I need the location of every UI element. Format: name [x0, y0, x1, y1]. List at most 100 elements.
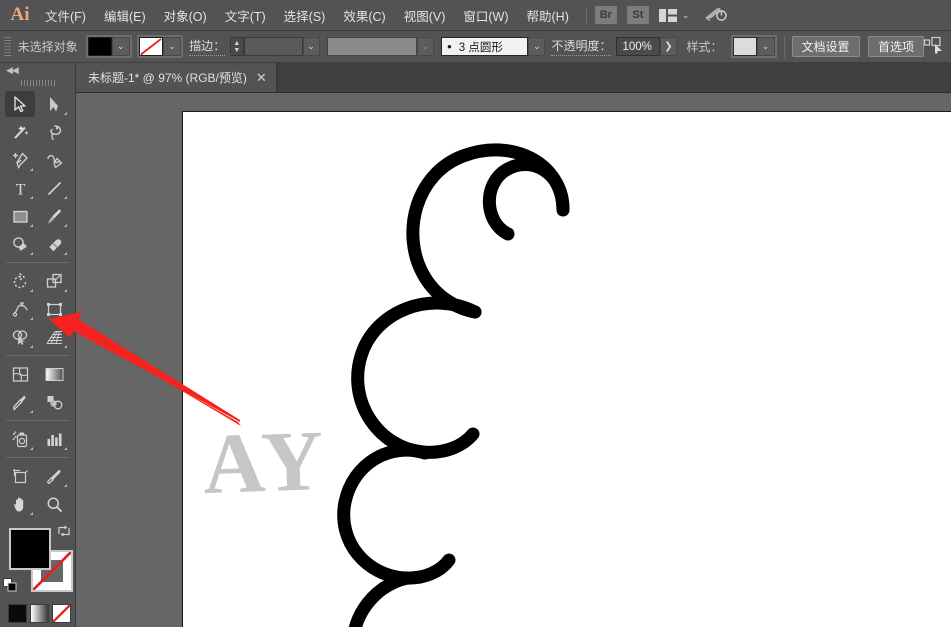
eyedropper-tool[interactable]: [5, 389, 35, 415]
color-mode-button[interactable]: [8, 604, 27, 623]
variable-width-profile[interactable]: [327, 37, 416, 56]
menu-type[interactable]: 文字(T): [216, 2, 275, 29]
direct-selection-tool[interactable]: [39, 91, 69, 117]
type-tool[interactable]: T: [5, 175, 35, 201]
opacity-expand-button[interactable]: ❯: [660, 37, 676, 56]
document-tab[interactable]: 未标题-1* @ 97% (RGB/预览) ✕: [76, 63, 277, 92]
hand-tool[interactable]: [5, 491, 35, 517]
style-dropdown[interactable]: ⌄: [757, 37, 775, 56]
selection-arrow-icon: [13, 96, 28, 113]
tools-panel-grip[interactable]: [21, 80, 55, 86]
scalloped-spiral-path[interactable]: [183, 112, 951, 627]
rectangle-tool[interactable]: [5, 203, 35, 229]
menu-select[interactable]: 选择(S): [275, 2, 335, 29]
menu-edit[interactable]: 编辑(E): [95, 2, 155, 29]
bar-chart-icon: [46, 431, 63, 448]
perspective-grid-tool[interactable]: [39, 324, 69, 350]
free-transform-tool[interactable]: [39, 296, 69, 322]
stock-button[interactable]: St: [627, 6, 649, 24]
document-setup-button[interactable]: 文档设置: [792, 36, 860, 57]
menu-effect[interactable]: 效果(C): [334, 2, 394, 29]
artboard[interactable]: AY: [182, 111, 951, 627]
slice-tool[interactable]: [39, 463, 69, 489]
magic-wand-tool[interactable]: [5, 119, 35, 145]
eraser-tool[interactable]: [39, 231, 69, 257]
stroke-swatch-group[interactable]: ⌄: [137, 35, 183, 58]
shaper-tool[interactable]: [5, 231, 35, 257]
stroke-weight-stepper[interactable]: ▲▼: [230, 37, 243, 56]
selection-status: 未选择对象: [18, 38, 78, 55]
menu-help[interactable]: 帮助(H): [518, 2, 578, 29]
align-arrange-button[interactable]: [924, 36, 946, 57]
mesh-tool[interactable]: [5, 361, 35, 387]
default-fill-stroke-icon[interactable]: [3, 578, 17, 592]
swap-fill-stroke-icon[interactable]: [57, 524, 71, 538]
selection-tool[interactable]: [5, 91, 35, 117]
gradient-mode-button[interactable]: [30, 604, 49, 623]
stroke-color-swatch[interactable]: [139, 37, 163, 56]
stroke-weight-dropdown[interactable]: ⌄: [303, 37, 320, 56]
stroke-weight-input[interactable]: [244, 37, 303, 56]
tool-flyout-indicator: [30, 317, 33, 320]
zoom-tool[interactable]: [39, 491, 69, 517]
paintbrush-icon: [46, 208, 63, 225]
collapse-icon[interactable]: ◀◀: [6, 65, 18, 76]
menu-view[interactable]: 视图(V): [395, 2, 455, 29]
graphic-style-swatch[interactable]: [733, 37, 757, 56]
fill-dropdown[interactable]: ⌄: [112, 37, 130, 56]
brush-dot-icon: •: [447, 40, 452, 53]
gradient-tool[interactable]: [39, 361, 69, 387]
tool-flyout-indicator: [30, 345, 33, 348]
menu-object[interactable]: 对象(O): [155, 2, 216, 29]
menu-file[interactable]: 文件(F): [36, 2, 95, 29]
rotate-tool[interactable]: [5, 268, 35, 294]
scale-tool[interactable]: [39, 268, 69, 294]
menu-window[interactable]: 窗口(W): [454, 2, 517, 29]
blend-tool[interactable]: [39, 389, 69, 415]
gradient-icon: [45, 367, 64, 382]
opacity-input[interactable]: 100%: [616, 37, 660, 56]
control-bar-grip[interactable]: [4, 37, 11, 57]
column-graph-tool[interactable]: [39, 426, 69, 452]
bridge-button[interactable]: Br: [595, 6, 617, 24]
menu-divider: [586, 7, 587, 24]
close-icon[interactable]: ✕: [256, 71, 267, 84]
shape-builder-tool[interactable]: [5, 324, 35, 350]
mesh-icon: [12, 366, 29, 383]
profile-dropdown[interactable]: ⌄: [417, 37, 434, 56]
symbol-sprayer-tool[interactable]: [5, 426, 35, 452]
tools-panel-header[interactable]: ◀◀: [0, 63, 75, 77]
fill-swatch[interactable]: [9, 528, 51, 570]
width-tool[interactable]: [5, 296, 35, 322]
brush-definition[interactable]: • 3 点圆形: [441, 37, 528, 56]
stepper-down-icon: ▼: [233, 47, 240, 54]
lasso-tool[interactable]: [39, 119, 69, 145]
paintbrush-tool[interactable]: [39, 203, 69, 229]
style-swatch-group[interactable]: ⌄: [731, 35, 777, 58]
tools-divider: [6, 420, 70, 421]
curvature-tool[interactable]: [39, 147, 69, 173]
svg-text:T: T: [15, 181, 25, 197]
pen-tool[interactable]: [5, 147, 35, 173]
pen-icon: [12, 152, 29, 169]
tool-flyout-indicator: [64, 484, 67, 487]
stroke-weight-label[interactable]: 描边：: [189, 37, 225, 56]
type-icon: T: [13, 180, 28, 197]
opacity-label[interactable]: 不透明度：: [551, 37, 611, 56]
none-mode-button[interactable]: [52, 604, 71, 623]
stroke-dropdown[interactable]: ⌄: [163, 37, 181, 56]
artboard-tool[interactable]: [5, 463, 35, 489]
canvas-area[interactable]: AY: [76, 93, 951, 627]
tool-flyout-indicator: [30, 196, 33, 199]
tool-flyout-indicator: [30, 252, 33, 255]
tool-flyout-indicator: [30, 512, 33, 515]
tool-flyout-indicator: [64, 289, 67, 292]
preferences-button[interactable]: 首选项: [868, 36, 924, 57]
line-segment-tool[interactable]: [39, 175, 69, 201]
brush-dropdown[interactable]: ⌄: [528, 37, 545, 56]
fill-color-swatch[interactable]: [88, 37, 112, 56]
workspace-switcher[interactable]: ⌄: [659, 9, 690, 22]
fill-swatch-group[interactable]: ⌄: [86, 35, 132, 58]
cc-rocket-button[interactable]: [703, 5, 727, 26]
eraser-icon: [46, 236, 63, 253]
